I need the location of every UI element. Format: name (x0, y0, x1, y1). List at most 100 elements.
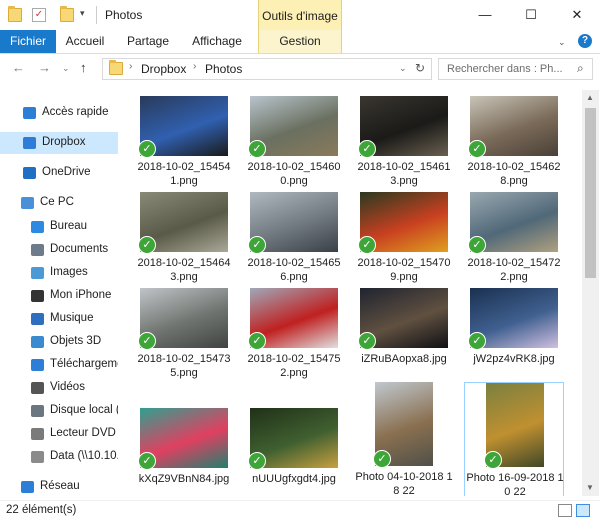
file-item[interactable]: ✓ 2018-10-02_154722.png (464, 190, 564, 285)
file-item[interactable]: ✓ Photo 16-09-2018 10 22 (464, 382, 564, 496)
breadcrumb-chevron-icon[interactable]: › (193, 61, 196, 72)
computer-icon (21, 197, 34, 209)
sidebar-item[interactable]: Objets 3D (0, 331, 118, 353)
sidebar-item[interactable]: Bureau (0, 216, 118, 238)
cloud-icon (23, 167, 36, 179)
help-icon[interactable]: ? (578, 34, 592, 48)
sidebar-item[interactable]: Lecteur DVD (D:) (0, 423, 118, 445)
sidebar-item[interactable]: Téléchargements (0, 354, 118, 376)
back-arrow-icon[interactable]: ← (12, 60, 25, 75)
tab-file[interactable]: Fichier (0, 30, 56, 53)
file-item[interactable]: ✓ 2018-10-02_154735.png (134, 286, 234, 381)
item-count: 22 élément(s) (6, 504, 77, 516)
vertical-scrollbar[interactable]: ▲ ▼ (582, 90, 599, 496)
breadcrumb-chevron-icon[interactable]: › (129, 61, 132, 72)
tab-view[interactable]: Affichage (186, 30, 248, 53)
tools-contextual-tab-group: Outils d'image (258, 0, 342, 31)
file-item[interactable]: ✓ kXqZ9VBnN84.jpg (134, 382, 234, 496)
title-bar: ✓ ▾ Photos Outils d'image — ☐ ✕ (0, 0, 600, 31)
tab-share[interactable]: Partage (120, 30, 176, 53)
address-dropdown-icon[interactable]: ⌄ (399, 63, 407, 74)
maximize-button[interactable]: ☐ (508, 0, 554, 30)
navigation-bar: ← → ⌄ ↑ › Dropbox › Photos ⌄ ↻ Recherche… (0, 54, 600, 84)
file-item[interactable]: ✓ 2018-10-02_154541.png (134, 94, 234, 189)
sidebar-item-label: Dropbox (42, 136, 86, 148)
sidebar-item[interactable]: Accès rapide (0, 102, 118, 124)
search-icon[interactable]: ⌕ (577, 61, 584, 76)
file-name: jW2pz4vRK8.jpg (473, 353, 555, 365)
file-item[interactable]: ✓ 2018-10-02_154752.png (244, 286, 344, 381)
file-item[interactable]: ✓ nUUUgfxgdt4.jpg (244, 382, 344, 496)
expand-ribbon-icon[interactable]: ⌄ (558, 37, 566, 48)
dvd-icon (31, 428, 44, 440)
file-item[interactable]: ✓ 2018-10-02_154709.png (354, 190, 454, 285)
file-item[interactable]: ✓ 2018-10-02_154656.png (244, 190, 344, 285)
sync-status-check-icon: ✓ (468, 236, 486, 254)
sidebar-item-label: Accès rapide (42, 106, 109, 118)
documents-icon (31, 244, 44, 256)
up-arrow-icon[interactable]: ↑ (80, 60, 87, 75)
sidebar-item-label: Bureau (50, 220, 88, 232)
file-item[interactable]: ✓ 2018-10-02_154600.png (244, 94, 344, 189)
sidebar-item-label: Ce PC (40, 196, 74, 208)
sync-status-check-icon: ✓ (138, 140, 156, 158)
sidebar-item-label: Téléchargements (50, 358, 118, 370)
file-item[interactable]: ✓ 2018-10-02_154613.png (354, 94, 454, 189)
scrollbar-thumb[interactable] (585, 108, 596, 278)
sync-status-check-icon: ✓ (468, 140, 486, 158)
file-name: 2018-10-02_154600.png (247, 161, 341, 187)
sidebar-item[interactable]: Musique (0, 308, 118, 330)
close-button[interactable]: ✕ (554, 0, 600, 30)
large-icons-view-icon[interactable] (576, 504, 590, 517)
cube-icon (31, 336, 44, 348)
sidebar-item[interactable]: Ce PC (0, 192, 118, 214)
file-name: 2018-10-02_154709.png (357, 257, 451, 283)
sidebar-item[interactable]: Vidéos (0, 377, 118, 399)
file-item[interactable]: ✓ 2018-10-02_154643.png (134, 190, 234, 285)
search-box[interactable]: Rechercher dans : Ph... ⌕ (438, 58, 593, 80)
sync-status-check-icon: ✓ (248, 332, 266, 350)
properties-checkmark-icon[interactable]: ✓ (32, 8, 46, 22)
tab-manage[interactable]: Gestion (258, 30, 342, 53)
sidebar-item-label: Disque local (C:) (50, 404, 118, 416)
sidebar-item[interactable]: Documents (0, 239, 118, 261)
tab-home[interactable]: Accueil (60, 30, 110, 53)
sidebar-item[interactable]: Mon iPhone (0, 285, 118, 307)
ribbon-tabs: Fichier Accueil Partage Affichage Gestio… (0, 30, 600, 54)
file-item[interactable]: ✓ 2018-10-02_154628.png (464, 94, 564, 189)
sidebar-item-label: Data (\\10.10. (50, 450, 118, 462)
sync-status-check-icon: ✓ (484, 451, 502, 469)
sidebar-item[interactable]: Disque local (C:) (0, 400, 118, 422)
sidebar-item[interactable]: Data (\\10.10. (0, 446, 118, 468)
file-item[interactable]: ✓ jW2pz4vRK8.jpg (464, 286, 564, 381)
recent-locations-icon[interactable]: ⌄ (62, 63, 70, 74)
sync-status-check-icon: ✓ (138, 332, 156, 350)
refresh-icon[interactable]: ↻ (415, 61, 425, 75)
music-icon (31, 313, 44, 325)
scroll-down-icon[interactable]: ▼ (586, 483, 594, 492)
details-view-icon[interactable] (558, 504, 572, 517)
window-title: Photos (105, 8, 143, 22)
scroll-up-icon[interactable]: ▲ (586, 93, 594, 102)
sidebar-item[interactable]: Réseau (0, 476, 118, 498)
customize-quick-access-icon[interactable]: ▾ (80, 8, 85, 19)
new-folder-icon[interactable] (60, 6, 74, 22)
file-name: Photo 04-10-2018 18 22 (355, 471, 453, 496)
file-name: 2018-10-02_154722.png (467, 257, 561, 283)
breadcrumb-dropbox[interactable]: Dropbox (141, 62, 186, 76)
sidebar-item-label: Mon iPhone (50, 289, 112, 301)
file-item[interactable]: ✓ Photo 04-10-2018 18 22 (354, 382, 454, 496)
search-input[interactable]: Rechercher dans : Ph... (447, 63, 563, 75)
minimize-button[interactable]: — (462, 0, 508, 30)
forward-arrow-icon[interactable]: → (38, 60, 51, 75)
file-name: Photo 16-09-2018 10 22 (466, 472, 564, 496)
sync-status-check-icon: ✓ (358, 140, 376, 158)
file-name: 2018-10-02_154656.png (247, 257, 341, 283)
file-item[interactable]: ✓ iZRuBAopxa8.jpg (354, 286, 454, 381)
sidebar-item[interactable]: Dropbox (0, 132, 118, 154)
sidebar-item[interactable]: Images (0, 262, 118, 284)
address-bar[interactable]: › Dropbox › Photos ⌄ ↻ (102, 58, 432, 80)
sidebar-item[interactable]: OneDrive (0, 162, 118, 184)
sync-status-check-icon: ✓ (138, 236, 156, 254)
breadcrumb-photos[interactable]: Photos (205, 62, 242, 76)
